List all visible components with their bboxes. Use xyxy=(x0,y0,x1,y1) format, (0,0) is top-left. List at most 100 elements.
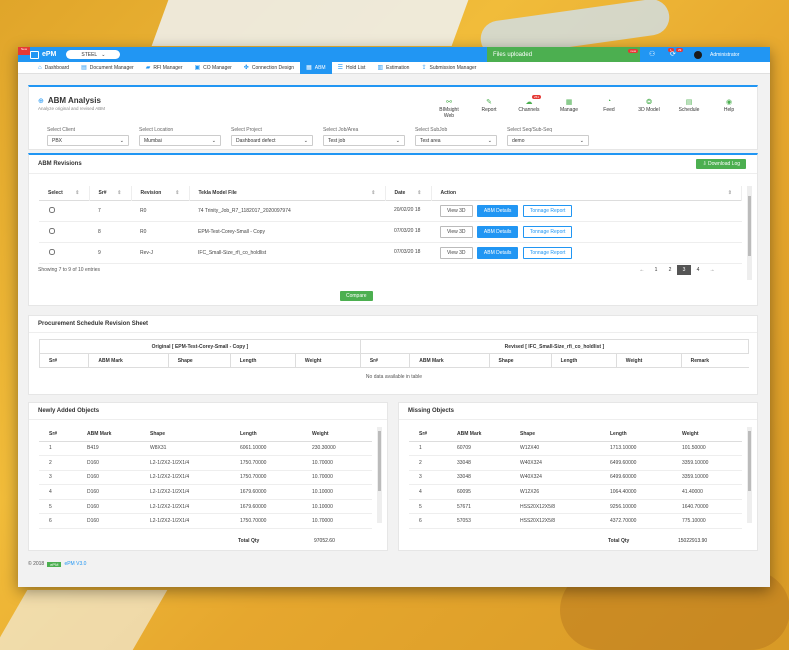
column-header[interactable]: Revision ⇕ xyxy=(131,186,190,200)
grid-icon: ▦ xyxy=(565,99,573,106)
tool-3d-model[interactable]: ❂ 3D Model xyxy=(634,98,664,113)
original-column-header[interactable]: Length xyxy=(229,353,296,368)
filter-select[interactable]: demo ⌄ xyxy=(507,135,589,146)
column-header[interactable]: Action ⇕ xyxy=(431,186,742,200)
table-cell: 1064.40000 xyxy=(610,489,637,496)
nav-co-manager[interactable]: ▣ CO Manager xyxy=(189,62,238,74)
revised-column-header[interactable]: ABM Mark xyxy=(409,353,490,368)
prev-page-button[interactable]: ← xyxy=(635,265,649,275)
table-cell: 775.10000 xyxy=(682,518,706,525)
filter-select[interactable]: PBX ⌄ xyxy=(47,135,129,146)
nav-dashboard[interactable]: ⌂ Dashboard xyxy=(32,62,75,74)
row-checkbox[interactable] xyxy=(49,206,55,213)
files-status[interactable]: Files uploaded new xyxy=(487,47,640,62)
nav-rfi-manager[interactable]: ▰ RFI Manager xyxy=(140,62,189,74)
original-header: Original [ EPM-Test-Corey-Small - Copy ] xyxy=(39,339,361,354)
nav-estimation[interactable]: ▥ Estimation xyxy=(371,62,415,74)
column-header[interactable]: Sr# xyxy=(409,427,447,441)
revised-column-header[interactable]: Length xyxy=(550,353,617,368)
user-menu[interactable]: Administrator xyxy=(694,47,739,62)
column-header[interactable]: Shape xyxy=(510,427,600,441)
next-page-button[interactable]: → xyxy=(705,265,719,275)
app-logo[interactable]: ePM xyxy=(30,50,56,59)
filter-select[interactable]: Test job ⌄ xyxy=(323,135,405,146)
row-revision: R0 xyxy=(140,228,147,235)
table-cell: 9256.10000 xyxy=(610,503,637,510)
abm-details-button[interactable]: ABM Details xyxy=(476,204,519,217)
mode-dropdown[interactable]: STEEL ⌄ xyxy=(66,50,121,59)
original-column-header[interactable]: Weight xyxy=(294,353,361,368)
row-checkbox[interactable] xyxy=(49,248,55,255)
tonnage-report-button[interactable]: Tonnage Report xyxy=(522,204,573,217)
nav-connection-design[interactable]: ✤ Connection Design xyxy=(238,62,300,74)
missing-scrollbar[interactable] xyxy=(747,427,752,523)
tool-feed[interactable]: ◔ Feed xyxy=(594,98,624,113)
tonnage-report-button[interactable]: Tonnage Report xyxy=(522,225,573,238)
table-cell: 2 xyxy=(419,459,422,466)
compare-button[interactable]: Compare xyxy=(340,291,373,301)
tonnage-report-button[interactable]: Tonnage Report xyxy=(522,246,573,259)
table-cell: 1750.70000 xyxy=(240,518,267,525)
nav-document-manager[interactable]: ▤ Document Manager xyxy=(75,62,140,74)
table-row: 1 60709 W12X40 1713.10000 101.50000 xyxy=(409,441,742,456)
users-icon[interactable]: ⚇ xyxy=(649,50,655,58)
newly-added-panel: Newly Added Objects Sr# ABM Mark Shape Leng… xyxy=(28,402,388,551)
filter-3: Select Job/Area Test job ⌄ xyxy=(323,127,405,146)
tool-report[interactable]: ✎ Report xyxy=(474,98,504,113)
newly-added-scrollbar[interactable] xyxy=(377,427,382,523)
filter-select[interactable]: Mumbai ⌄ xyxy=(139,135,221,146)
filter-select[interactable]: Test area ⌄ xyxy=(415,135,497,146)
column-header[interactable]: Select ⇕ xyxy=(39,186,90,200)
column-header[interactable]: Tekla Model File ⇕ xyxy=(189,186,386,200)
revised-column-header[interactable]: Sr# xyxy=(359,353,410,368)
column-header[interactable]: Length xyxy=(600,427,672,441)
nav-label: Estimation xyxy=(386,64,410,71)
column-header[interactable]: Sr# xyxy=(39,427,77,441)
nav-hold-list[interactable]: ☰ Hold List xyxy=(332,62,372,74)
rss-icon: ◔ xyxy=(606,98,612,105)
row-checkbox[interactable] xyxy=(49,227,55,234)
column-header[interactable]: Sr# ⇕ xyxy=(89,186,132,200)
view-3d-button[interactable]: View 3D xyxy=(440,246,473,259)
view-3d-button[interactable]: View 3D xyxy=(440,225,473,238)
filter-select[interactable]: Dashboard defect ⌄ xyxy=(231,135,313,146)
revised-column-header[interactable]: Remark xyxy=(680,353,749,368)
tool-manage[interactable]: ▦ Manage xyxy=(554,98,584,113)
column-header[interactable]: Date ⇕ xyxy=(385,186,432,200)
revised-column-header[interactable]: Weight xyxy=(615,353,682,368)
page-button[interactable]: 2 xyxy=(663,265,677,275)
column-header[interactable]: ABM Mark xyxy=(77,427,140,441)
column-header[interactable]: ABM Mark xyxy=(447,427,510,441)
abm-details-button[interactable]: ABM Details xyxy=(476,225,519,238)
column-label: Sr# xyxy=(98,189,107,196)
revised-column-header[interactable]: Shape xyxy=(488,353,552,368)
tool-schedule[interactable]: ▤ Schedule xyxy=(674,98,704,113)
background-paper-bottom xyxy=(0,590,168,650)
column-label: Action xyxy=(440,189,457,196)
tool-bimsight-web[interactable]: ⚯ BIMsight Web xyxy=(434,98,464,119)
original-column-header[interactable]: Sr# xyxy=(38,353,89,368)
tool-channels[interactable]: ☁ 251 Channels xyxy=(514,95,544,113)
tool-label: Report xyxy=(481,107,497,113)
row-sr: 7 xyxy=(98,207,101,214)
tool-help[interactable]: ◉ Help xyxy=(714,98,744,113)
filter-value: Test area xyxy=(420,137,441,144)
column-header[interactable]: Length xyxy=(230,427,302,441)
table-cell: 1679.60000 xyxy=(240,503,267,510)
column-header[interactable]: Weight xyxy=(672,427,742,441)
schedule-icon: ▤ xyxy=(685,99,693,106)
column-header[interactable]: Weight xyxy=(302,427,372,441)
column-header[interactable]: Shape xyxy=(140,427,230,441)
original-column-header[interactable]: Shape xyxy=(167,353,231,368)
page-button[interactable]: 1 xyxy=(649,265,663,275)
abm-details-button[interactable]: ABM Details xyxy=(476,246,519,259)
nav-submission-manager[interactable]: ⇪ Submission Manager xyxy=(415,62,482,74)
page-button[interactable]: 4 xyxy=(691,265,705,275)
download-log-button[interactable]: ⇩ Download Log xyxy=(696,159,746,169)
nav-abm[interactable]: ▦ ABM xyxy=(300,61,332,74)
view-3d-button[interactable]: View 3D xyxy=(440,204,473,217)
original-column-header[interactable]: ABM Mark xyxy=(88,353,169,368)
page-button[interactable]: 3 xyxy=(677,265,691,275)
sync-icon[interactable]: ⟳ xyxy=(670,50,676,58)
revisions-scrollbar[interactable] xyxy=(747,186,752,280)
